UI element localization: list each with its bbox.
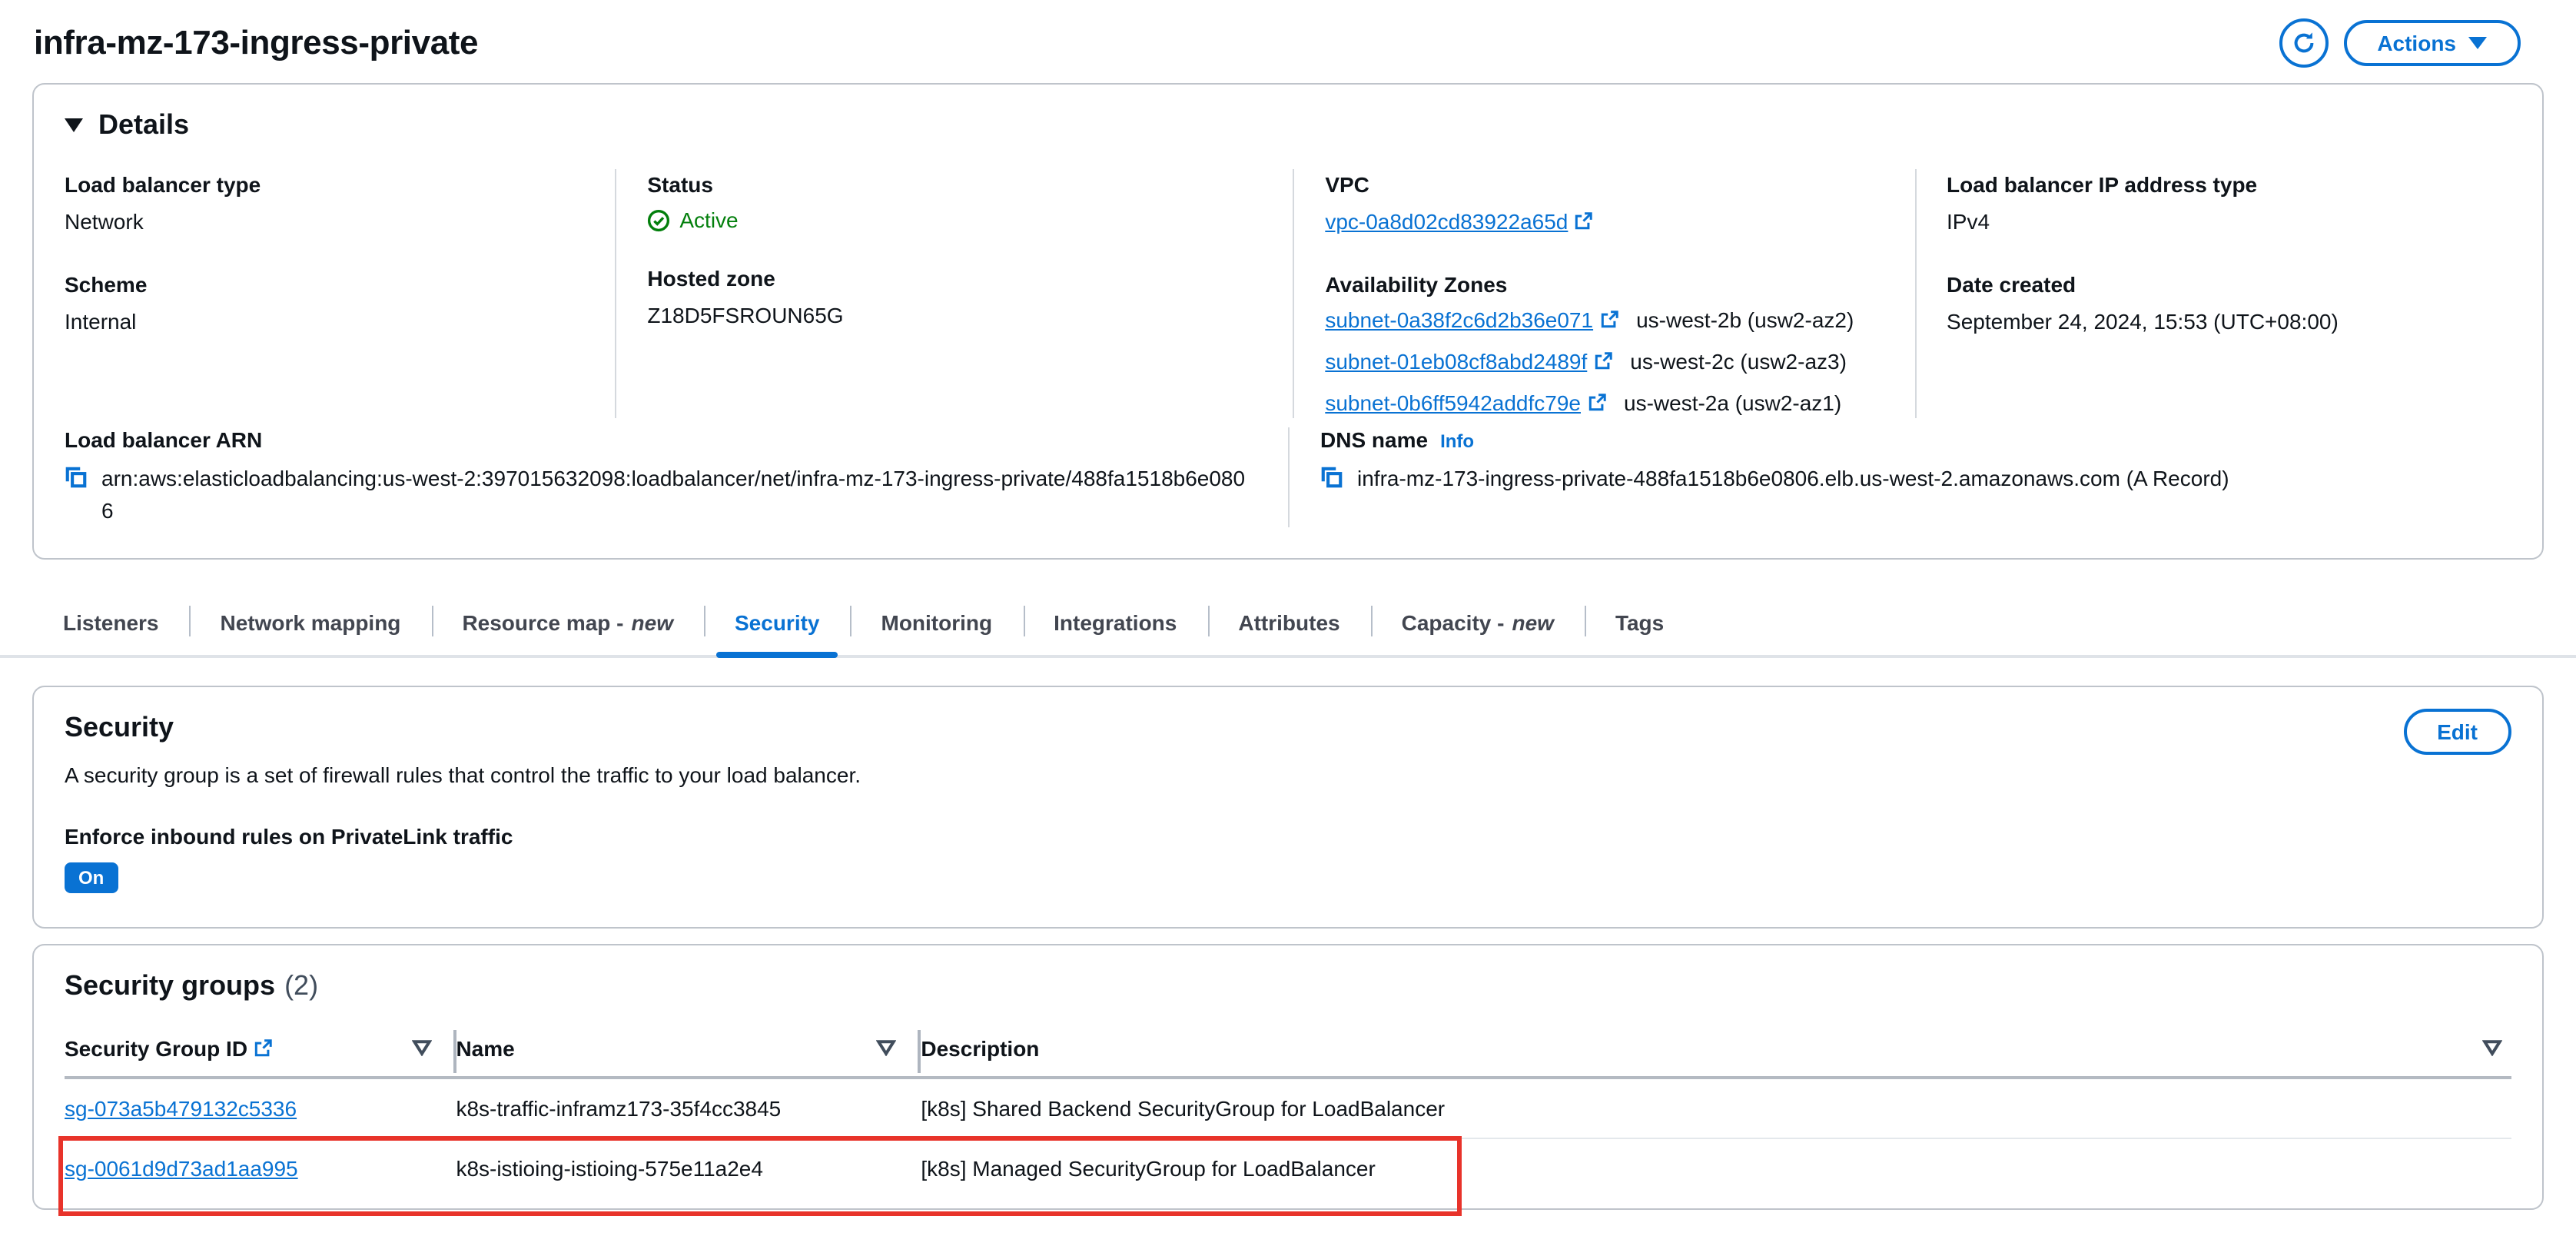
dns-block: DNS name Info infra-mz-173-ingress-privat… (1288, 427, 2511, 527)
vpc-link[interactable]: vpc-0a8d02cd83922a65d (1325, 209, 1568, 234)
details-grid: Load balancer type Network Scheme Intern… (65, 169, 2511, 418)
hosted-zone-value: Z18D5FSROUN65G (647, 303, 844, 327)
dns-value: infra-mz-173-ingress-private-488fa1518b6… (1357, 465, 2229, 490)
refresh-icon (2291, 31, 2315, 55)
az-label: Availability Zones (1325, 271, 1508, 297)
copy-icon[interactable] (65, 465, 88, 497)
arn-dns-row: Load balancer ARN arn:aws:elasticloadbal… (65, 427, 2511, 527)
details-collapse-header[interactable]: Details (65, 109, 2511, 141)
refresh-button[interactable] (2279, 18, 2329, 68)
tab-resource-map[interactable]: Resource map - new (431, 590, 704, 654)
column-header-name[interactable]: Name (456, 1029, 922, 1073)
external-link-icon[interactable] (1574, 212, 1593, 231)
vpc-label: VPC (1325, 172, 1369, 197)
actions-button[interactable]: Actions (2343, 20, 2521, 66)
tab-tags[interactable]: Tags (1584, 590, 1695, 654)
security-group-link[interactable]: sg-0061d9d73ad1aa995 (65, 1155, 298, 1180)
subnet-link[interactable]: subnet-0b6ff5942addfc79e (1325, 390, 1581, 414)
status-label: Status (647, 172, 713, 197)
status-value: Active (647, 208, 1268, 232)
external-link-icon[interactable] (1599, 310, 1618, 328)
security-panel: Security A security group is a set of fi… (32, 685, 2544, 929)
status-text: Active (679, 208, 739, 232)
dns-info-link[interactable]: Info (1440, 430, 1474, 451)
arn-value: arn:aws:elasticloadbalancing:us-west-2:3… (101, 465, 1246, 523)
az-zone-text: us-west-2a (usw2-az1) (1624, 390, 1842, 415)
external-link-icon[interactable] (1587, 393, 1605, 411)
tab-attributes[interactable]: Attributes (1207, 590, 1370, 654)
security-group-link[interactable]: sg-073a5b479132c5336 (65, 1095, 297, 1120)
az-zone-text: us-west-2b (usw2-az2) (1636, 307, 1854, 332)
security-group-description: [k8s] Managed SecurityGroup for LoadBala… (921, 1155, 1376, 1181)
tab-listeners[interactable]: Listeners (32, 590, 190, 654)
external-link-icon (254, 1038, 272, 1057)
external-link-icon[interactable] (1593, 351, 1612, 370)
security-group-description: [k8s] Shared Backend SecurityGroup for L… (921, 1095, 1446, 1121)
sort-icon[interactable] (2481, 1039, 2502, 1057)
table-row: sg-0061d9d73ad1aa995 k8s-istioing-istioi… (58, 1135, 2511, 1216)
details-col-1: Load balancer type Network Scheme Intern… (65, 169, 615, 417)
lb-type-value: Network (65, 209, 144, 234)
table-row: sg-073a5b479132c5336 k8s-traffic-inframz… (65, 1078, 2511, 1137)
az-zone-text: us-west-2c (usw2-az3) (1630, 348, 1847, 374)
copy-icon[interactable] (1320, 465, 1343, 497)
header-actions: Actions (2279, 18, 2521, 68)
tab-network-mapping[interactable]: Network mapping (189, 590, 432, 654)
details-col-4: Load balancer IP address type IPv4 Date … (1914, 169, 2511, 418)
page-title: infra-mz-173-ingress-private (34, 23, 479, 61)
privatelink-status-badge: On (65, 862, 118, 893)
arn-label: Load balancer ARN (65, 427, 263, 452)
date-created-label: Date created (1947, 271, 2076, 297)
tab-capacity[interactable]: Capacity - new (1370, 590, 1585, 654)
date-created-value: September 24, 2024, 15:53 (UTC+08:00) (1947, 308, 2339, 334)
az-row: subnet-0b6ff5942addfc79e us-west-2a (usw… (1325, 390, 1890, 414)
caret-down-icon (2468, 37, 2487, 49)
security-groups-title: Security groups (2) (65, 969, 319, 1001)
security-groups-table-header: Security Group ID Name Description (65, 1026, 2511, 1079)
ip-type-value: IPv4 (1947, 209, 1990, 234)
tab-monitoring[interactable]: Monitoring (850, 590, 1024, 654)
hosted-zone-label: Hosted zone (647, 266, 775, 291)
security-group-name: k8s-traffic-inframz173-35f4cc3845 (456, 1095, 782, 1121)
subnet-link[interactable]: subnet-01eb08cf8abd2489f (1325, 348, 1587, 373)
tab-bar: Listeners Network mapping Resource map -… (0, 590, 2576, 658)
sort-icon[interactable] (876, 1039, 897, 1057)
dns-label: DNS name Info (1320, 427, 1475, 452)
sort-icon[interactable] (411, 1039, 432, 1057)
ip-type-label: Load balancer IP address type (1947, 172, 2258, 197)
arn-block: Load balancer ARN arn:aws:elasticloadbal… (65, 427, 1288, 527)
column-header-security-group-id[interactable]: Security Group ID (65, 1029, 456, 1073)
details-title: Details (98, 109, 190, 140)
actions-button-label: Actions (2377, 31, 2456, 55)
subnet-link[interactable]: subnet-0a38f2c6d2b36e071 (1325, 307, 1593, 331)
tab-security[interactable]: Security (704, 590, 851, 658)
security-section-description: A security group is a set of firewall ru… (65, 762, 861, 787)
privatelink-label: Enforce inbound rules on PrivateLink tra… (65, 823, 513, 849)
load-balancer-detail-page: infra-mz-173-ingress-private Actions Det… (0, 0, 2576, 1236)
az-row: subnet-0a38f2c6d2b36e071 us-west-2b (usw… (1325, 307, 1890, 331)
details-collapse-icon (65, 118, 83, 132)
security-section-title: Security (65, 711, 174, 743)
security-group-name: k8s-istioing-istioing-575e11a2e4 (456, 1155, 763, 1181)
details-panel: Details Load balancer type Network Schem… (32, 83, 2544, 560)
lb-type-label: Load balancer type (65, 172, 261, 197)
security-groups-panel: Security groups (2) Security Group ID Nam… (32, 943, 2544, 1216)
az-row: subnet-01eb08cf8abd2489f us-west-2c (usw… (1325, 348, 1890, 373)
column-header-description[interactable]: Description (921, 1035, 2511, 1060)
tab-integrations[interactable]: Integrations (1023, 590, 1207, 654)
edit-button[interactable]: Edit (2403, 708, 2511, 755)
details-col-2: Status Active Hosted zone Z18D5FSROUN65G (615, 169, 1293, 418)
scheme-value: Internal (65, 308, 137, 334)
page-header: infra-mz-173-ingress-private Actions (0, 0, 2576, 83)
details-col-3: VPC vpc-0a8d02cd83922a65d Availability Z… (1293, 169, 1914, 418)
status-active-icon (647, 208, 670, 231)
scheme-label: Scheme (65, 271, 148, 297)
security-groups-count: (2) (284, 969, 319, 1001)
